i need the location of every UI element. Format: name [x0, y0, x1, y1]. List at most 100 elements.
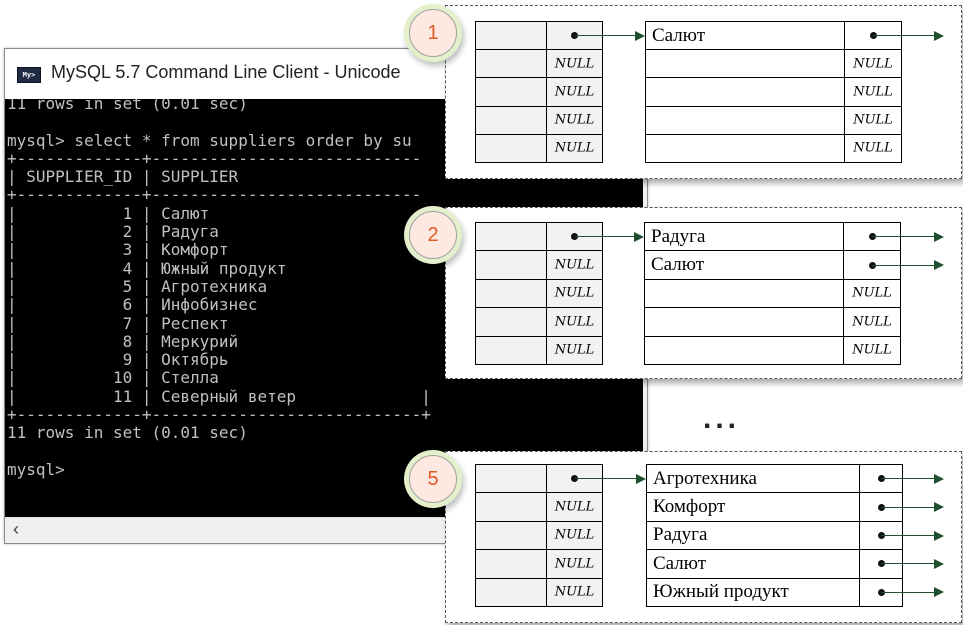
null-label: NULL: [853, 84, 893, 100]
list-next-pointer-cell: NULL: [844, 133, 902, 163]
null-label: NULL: [853, 140, 893, 156]
null-label: NULL: [554, 112, 595, 128]
step-badge-5: 5: [409, 455, 457, 503]
next-pointer-line: [881, 535, 935, 536]
bucket-pointer-cell: NULL: [546, 577, 603, 607]
bucket-pointer-cell: NULL: [546, 549, 603, 579]
step-badge-2: 2: [409, 211, 457, 259]
bucket-pointer-arrowhead: [634, 231, 644, 242]
supplier-name: Салют: [653, 552, 707, 574]
list-node-cell: [645, 49, 845, 79]
list-next-pointer-cell: NULL: [843, 278, 901, 309]
list-node-cell: Салют: [646, 549, 860, 579]
null-label: NULL: [554, 584, 595, 600]
list-next-pointer-cell: NULL: [844, 105, 902, 135]
bucket-pointer-cell: NULL: [546, 250, 603, 280]
null-label: NULL: [852, 285, 892, 301]
list-node-cell: [644, 278, 844, 309]
mysql-console-icon: My>: [17, 67, 41, 83]
bucket-pointer-cell: NULL: [546, 49, 603, 79]
next-pointer-line: [872, 264, 935, 266]
null-label: NULL: [554, 314, 595, 330]
supplier-name: Радуга: [651, 225, 706, 247]
bucket-pointer-cell: NULL: [546, 335, 603, 365]
null-label: NULL: [554, 499, 595, 515]
next-pointer-arrowhead: [934, 502, 944, 513]
null-label: NULL: [554, 257, 595, 273]
window-title: MySQL 5.7 Command Line Client - Unicode: [51, 62, 401, 82]
bucket-pointer-cell: NULL: [546, 307, 603, 337]
bucket-pointer-arrowhead: [635, 30, 645, 41]
ellipsis: ...: [703, 402, 741, 435]
next-pointer-arrowhead: [934, 231, 944, 242]
bucket-key-cell: [475, 464, 548, 494]
list-next-pointer-cell: NULL: [843, 335, 901, 365]
next-pointer-arrowhead: [934, 558, 944, 569]
bucket-pointer-cell: NULL: [546, 105, 603, 135]
next-pointer-arrowhead: [934, 530, 944, 541]
null-label: NULL: [554, 84, 595, 100]
list-node-cell: [645, 77, 845, 107]
list-node-cell: Комфорт: [646, 492, 860, 522]
next-pointer-arrowhead: [934, 587, 944, 598]
bucket-key-cell: [475, 77, 548, 107]
null-label: NULL: [554, 56, 595, 72]
bucket-pointer-line: [574, 478, 637, 480]
list-next-pointer-cell: NULL: [844, 77, 902, 107]
list-node-cell: Радуга: [646, 520, 860, 551]
next-pointer-arrowhead: [934, 260, 944, 271]
list-next-pointer-cell: NULL: [843, 307, 901, 337]
bucket-key-cell: [475, 520, 548, 551]
bucket-pointer-cell: NULL: [546, 278, 603, 309]
null-label: NULL: [554, 527, 595, 543]
bucket-key-cell: [475, 335, 548, 365]
bucket-pointer-line: [574, 35, 636, 37]
null-label: NULL: [554, 140, 595, 156]
next-pointer-arrowhead: [934, 30, 944, 41]
next-pointer-line: [872, 236, 935, 238]
bucket-key-cell: [475, 21, 548, 51]
supplier-name: Салют: [651, 254, 705, 276]
list-next-pointer-cell: NULL: [844, 49, 902, 79]
null-label: NULL: [853, 56, 893, 72]
bucket-key-cell: [475, 105, 548, 135]
supplier-name: Комфорт: [653, 496, 726, 518]
bucket-key-cell: [475, 222, 548, 252]
bucket-key-cell: [475, 549, 548, 579]
list-node-cell: Агротехника: [646, 464, 860, 494]
supplier-name: Агротехника: [653, 467, 757, 489]
null-label: NULL: [554, 556, 595, 572]
list-node-cell: Южный продукт: [646, 577, 860, 607]
next-pointer-line: [881, 563, 935, 565]
next-pointer-arrowhead: [934, 473, 944, 484]
next-pointer-line: [881, 478, 935, 480]
null-label: NULL: [554, 285, 595, 301]
list-node-cell: Радуга: [644, 222, 844, 252]
step-badge-1: 1: [409, 9, 457, 57]
bucket-pointer-cell: NULL: [546, 520, 603, 551]
scroll-left-icon[interactable]: ‹: [13, 519, 19, 540]
list-node-cell: Салют: [644, 250, 844, 280]
bucket-key-cell: [475, 250, 548, 280]
bucket-key-cell: [475, 307, 548, 337]
bucket-pointer-line: [574, 236, 635, 238]
list-node-cell: Салют: [645, 21, 845, 51]
list-node-cell: [645, 133, 845, 163]
bucket-key-cell: [475, 49, 548, 79]
bucket-key-cell: [475, 278, 548, 309]
next-pointer-line: [881, 506, 935, 508]
null-label: NULL: [852, 342, 892, 358]
supplier-name: Радуга: [653, 524, 708, 546]
null-label: NULL: [852, 314, 892, 330]
null-label: NULL: [554, 342, 595, 358]
supplier-name: Южный продукт: [653, 581, 789, 603]
next-pointer-line: [881, 591, 935, 593]
bucket-pointer-arrowhead: [636, 473, 646, 484]
list-node-cell: [644, 335, 844, 365]
list-node-cell: [645, 105, 845, 135]
list-node-cell: [644, 307, 844, 337]
bucket-key-cell: [475, 492, 548, 522]
bucket-pointer-cell: NULL: [546, 133, 603, 163]
bucket-pointer-cell: NULL: [546, 77, 603, 107]
next-pointer-line: [873, 35, 935, 37]
